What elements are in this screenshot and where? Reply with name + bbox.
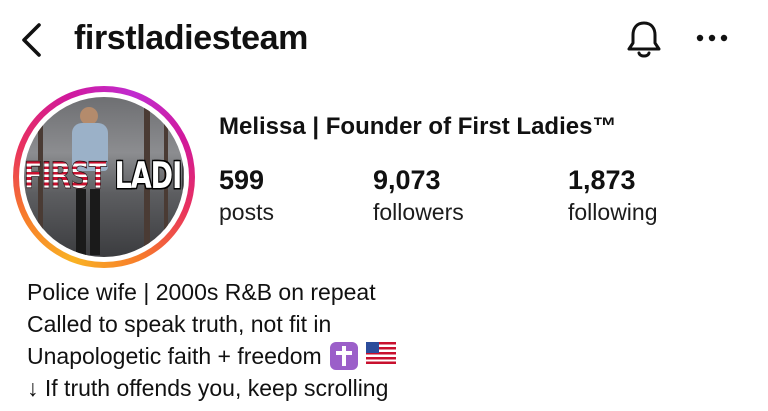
- posts-count[interactable]: 599 posts: [219, 163, 274, 227]
- profile-avatar[interactable]: FIRST LADIES: [13, 86, 195, 268]
- stat-label: posts: [219, 199, 274, 225]
- stat-value: 1,873: [568, 165, 636, 195]
- profile-bio: Police wife | 2000s R&B on repeat Called…: [27, 276, 747, 404]
- bio-line: Unapologetic faith + freedom: [27, 340, 747, 372]
- profile-header: firstladiesteam: [0, 0, 768, 80]
- avatar-logo-text: FIRST LADIES: [24, 155, 184, 198]
- following-count[interactable]: 1,873 following: [568, 163, 658, 227]
- bio-line: Police wife | 2000s R&B on repeat: [27, 279, 376, 305]
- bio-line: ↓ If truth offends you, keep scrolling: [27, 375, 389, 401]
- stat-value: 599: [219, 165, 265, 195]
- more-horizontal-icon: [696, 34, 728, 42]
- stat-label: followers: [373, 199, 464, 225]
- notifications-button[interactable]: [624, 18, 664, 60]
- us-flag-icon: [365, 340, 396, 372]
- profile-username: firstladiesteam: [74, 19, 308, 57]
- more-options-button[interactable]: [692, 28, 732, 48]
- bio-line: Called to speak truth, not fit in: [27, 311, 332, 337]
- bell-icon: [627, 21, 661, 58]
- profile-display-name: Melissa | Founder of First Ladies™: [219, 113, 617, 140]
- back-button[interactable]: [18, 22, 48, 58]
- stat-label: following: [568, 199, 658, 225]
- followers-count[interactable]: 9,073 followers: [373, 163, 464, 227]
- avatar-image: FIRST LADIES: [24, 97, 184, 257]
- chevron-left-icon: [22, 23, 41, 57]
- stat-value: 9,073: [373, 165, 441, 195]
- latin-cross-icon: [329, 342, 358, 370]
